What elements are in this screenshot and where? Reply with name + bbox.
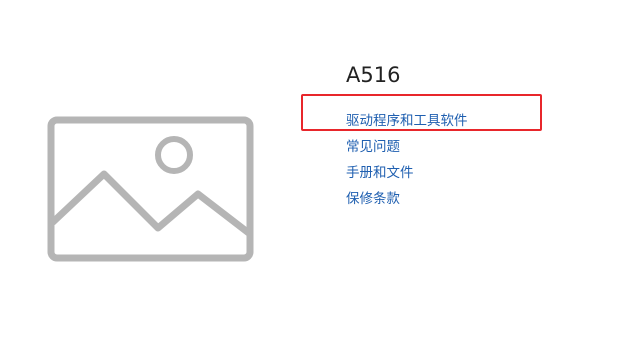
drivers-and-tools-link[interactable]: 驱动程序和工具软件	[346, 113, 468, 129]
product-title: A516	[346, 63, 401, 87]
warranty-terms-link[interactable]: 保修条款	[346, 191, 400, 207]
faq-link[interactable]: 常见问题	[346, 139, 400, 155]
product-image-placeholder	[47, 116, 254, 262]
list-item: 保修条款	[346, 188, 468, 214]
list-item: 手册和文件	[346, 162, 468, 188]
image-placeholder-icon	[47, 116, 254, 262]
list-item: 常见问题	[346, 136, 468, 162]
manuals-and-documents-link[interactable]: 手册和文件	[346, 165, 414, 181]
support-links: 驱动程序和工具软件 常见问题 手册和文件 保修条款	[346, 110, 468, 214]
list-item: 驱动程序和工具软件	[346, 110, 468, 136]
